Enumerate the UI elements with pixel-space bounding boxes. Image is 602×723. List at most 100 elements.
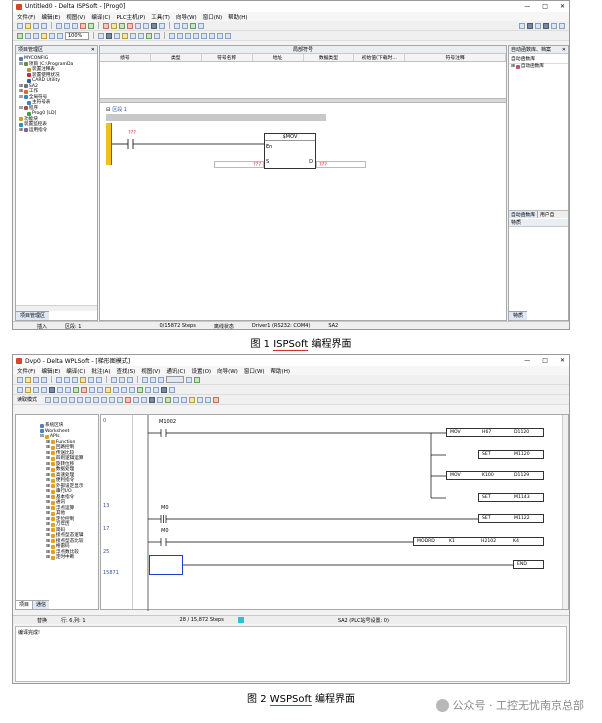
network-icon[interactable]	[138, 32, 145, 39]
close-icon[interactable]: ✕	[560, 355, 565, 366]
new-file-icon[interactable]	[17, 376, 23, 383]
parallel-no-icon[interactable]	[61, 396, 68, 403]
tool-icon-7[interactable]	[197, 396, 204, 403]
zoom-icon[interactable]	[111, 376, 117, 383]
mode-icon-6[interactable]	[57, 386, 63, 393]
refresh-icon[interactable]	[194, 376, 200, 383]
mode-icon-19[interactable]	[161, 386, 167, 393]
menu-plc[interactable]: PLC主机(P)	[116, 13, 145, 21]
vline-icon[interactable]	[117, 396, 124, 403]
app-instruction-icon[interactable]	[101, 396, 108, 403]
col-header[interactable]: 地址	[253, 54, 304, 61]
tab-user[interactable]: 用户自	[538, 211, 556, 218]
menu-compile[interactable]: 编译(C)	[66, 367, 85, 375]
download-icon[interactable]	[143, 22, 149, 29]
sfc-icon[interactable]	[114, 32, 121, 39]
jump-icon[interactable]	[225, 32, 232, 39]
s-operand-field[interactable]: ???	[214, 161, 264, 168]
select-arrow-icon[interactable]	[169, 32, 176, 39]
pin-icon[interactable]: ✕	[91, 46, 95, 53]
menu-help[interactable]: 帮助(H)	[271, 367, 290, 375]
tab-project[interactable]: 项目	[16, 601, 34, 609]
cut-icon[interactable]	[56, 376, 62, 383]
zoom-out-icon[interactable]	[96, 376, 102, 383]
menu-compile[interactable]: 编译(C)	[91, 13, 110, 21]
undo-icon[interactable]	[80, 22, 86, 29]
contact-label[interactable]: M1002	[159, 419, 176, 425]
il-icon[interactable]	[122, 32, 129, 39]
menu-window[interactable]: 窗口(N)	[203, 13, 222, 21]
contact-icon[interactable]	[193, 32, 200, 39]
mode-icon-16[interactable]	[137, 386, 143, 393]
col-header[interactable]: 绩号	[100, 54, 151, 61]
d-operand-field[interactable]: ???	[316, 161, 366, 168]
tab-library[interactable]: 自动函数库	[509, 211, 538, 218]
mode-icon-3[interactable]	[33, 386, 39, 393]
menu-edit[interactable]: 编辑(E)	[41, 13, 60, 21]
tool-icon-5[interactable]	[181, 396, 188, 403]
falling-edge-icon[interactable]	[85, 396, 92, 403]
contact-no-icon[interactable]	[17, 32, 23, 39]
tree-item[interactable]: ⊞ 定时中断	[40, 555, 96, 561]
minimize-icon[interactable]: —	[524, 1, 530, 12]
mode-icon-12[interactable]	[105, 386, 111, 393]
no-contact-icon[interactable]	[45, 396, 52, 403]
compile-icon[interactable]	[103, 22, 109, 29]
zoom-select[interactable]: 100%	[65, 31, 90, 40]
menu-edit[interactable]: 编辑(E)	[41, 367, 60, 375]
menu-comm[interactable]: 通讯(C)	[166, 367, 185, 375]
step-icon-2[interactable]	[150, 376, 156, 383]
menu-file[interactable]: 文件(F)	[17, 367, 35, 375]
tool-icon-8[interactable]	[205, 396, 212, 403]
step-icon[interactable]	[142, 376, 148, 383]
settings-icon[interactable]	[182, 22, 188, 29]
menu-settings[interactable]: 设置(O)	[191, 367, 211, 375]
step-ladder-icon[interactable]	[141, 396, 148, 403]
st-icon[interactable]	[130, 32, 137, 39]
mode-icon-20[interactable]	[169, 386, 175, 393]
zoom-in-icon[interactable]	[49, 32, 55, 39]
save-icon[interactable]	[33, 376, 39, 383]
layout-icon-3[interactable]	[535, 22, 541, 29]
layout-icon-5[interactable]	[551, 22, 557, 29]
menu-window[interactable]: 窗口(W)	[244, 367, 265, 375]
close-panel-icon[interactable]: ✕	[562, 46, 566, 53]
maximize-icon[interactable]: □	[542, 1, 548, 12]
zoom-in-icon[interactable]	[88, 376, 94, 383]
print-icon[interactable]	[41, 22, 47, 29]
open-file-icon[interactable]	[25, 22, 31, 29]
mode-icon-2[interactable]	[25, 386, 31, 393]
coil-icon[interactable]	[33, 32, 39, 39]
search-icon[interactable]	[41, 32, 47, 39]
comment-icon[interactable]	[217, 32, 224, 39]
new-file-icon[interactable]	[17, 22, 23, 29]
instruction-box[interactable]: MOV H67 D1120	[446, 428, 544, 437]
copy-icon[interactable]	[64, 376, 70, 383]
minimize-icon[interactable]: —	[524, 355, 530, 366]
menu-tools[interactable]: 工具(T)	[151, 13, 170, 21]
contact-nc-icon[interactable]	[25, 32, 31, 39]
contact-label[interactable]: M0	[161, 528, 169, 534]
invert-icon[interactable]	[133, 396, 140, 403]
ladder-editor[interactable]: ⊟ 区段 1 ??? $MOV En S D ??? ???	[100, 103, 506, 318]
open-file-icon[interactable]	[25, 376, 31, 383]
layout-icon-2[interactable]	[527, 22, 533, 29]
vertical-scrollbar[interactable]	[562, 415, 568, 609]
menu-wizard[interactable]: 向导(W)	[176, 13, 197, 21]
copy-icon[interactable]	[64, 22, 70, 29]
parallel-nc-icon[interactable]	[69, 396, 76, 403]
find-icon[interactable]	[80, 376, 86, 383]
monitor-icon[interactable]	[151, 22, 157, 29]
search-icon[interactable]	[119, 376, 125, 383]
delete-line-icon[interactable]	[125, 396, 132, 403]
layout-icon-1[interactable]	[519, 22, 525, 29]
nc-contact-icon[interactable]	[53, 396, 60, 403]
coil-tool-icon[interactable]	[201, 32, 208, 39]
fbd-icon[interactable]	[106, 32, 113, 39]
tool-icon-4[interactable]	[173, 396, 180, 403]
menu-search[interactable]: 查找(S)	[116, 367, 135, 375]
contact-label[interactable]: ???	[128, 130, 136, 136]
properties-tab[interactable]: 特质	[509, 311, 528, 320]
hline-icon[interactable]	[109, 396, 116, 403]
tool-icon-3[interactable]	[165, 396, 172, 403]
